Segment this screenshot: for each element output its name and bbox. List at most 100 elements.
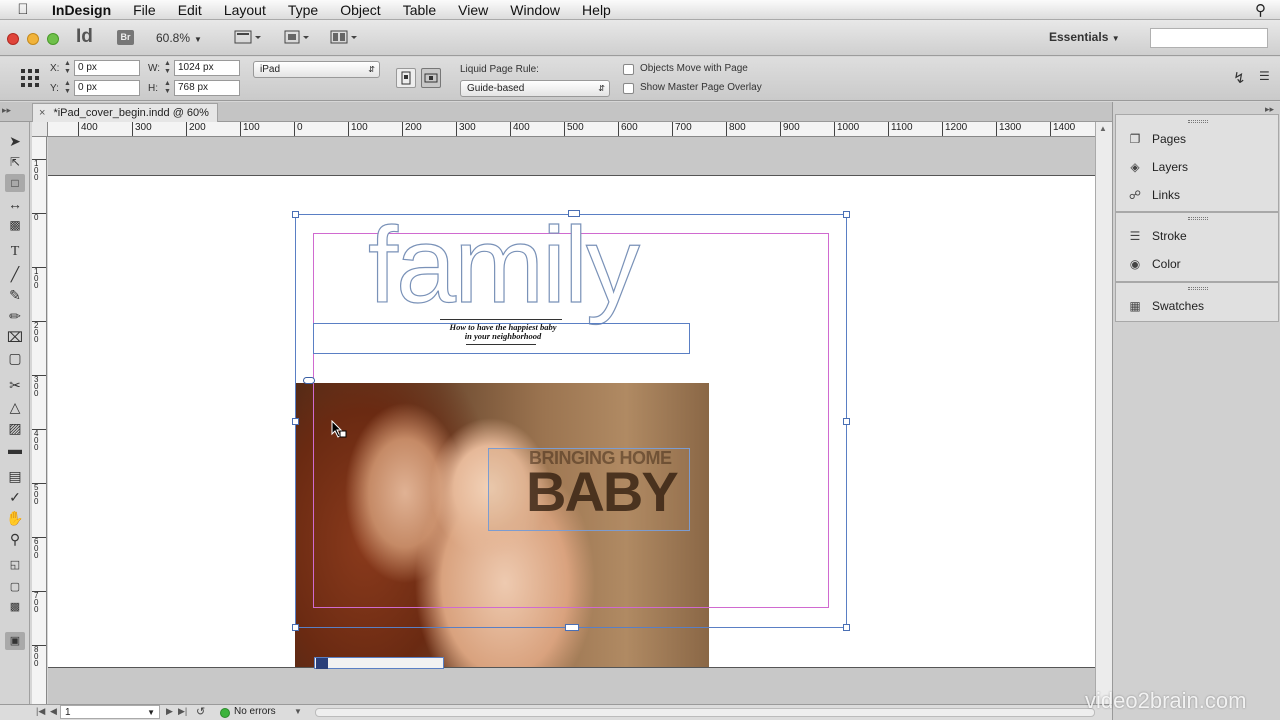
formatting-affects-container-icon[interactable]: ▢ — [5, 578, 25, 596]
next-page-icon[interactable]: ▶ — [166, 706, 173, 717]
menu-type[interactable]: Type — [277, 0, 329, 20]
document-tab[interactable]: × *iPad_cover_begin.indd @ 60% — [32, 103, 218, 122]
arrange-documents-button[interactable] — [330, 29, 360, 47]
resize-handle-top[interactable] — [568, 210, 580, 217]
horizontal-scrollbar[interactable] — [315, 708, 1095, 717]
resize-handle-top-left[interactable] — [292, 211, 299, 218]
panel-grip[interactable] — [1188, 287, 1208, 290]
portrait-orientation-button[interactable] — [396, 68, 416, 88]
page-number-field[interactable]: 1 ▼ — [60, 705, 160, 719]
resize-handle-right[interactable] — [843, 418, 850, 425]
swatches-panel-button[interactable]: ▦ Swatches — [1126, 296, 1204, 316]
menu-object[interactable]: Object — [329, 0, 391, 20]
screen-mode-button[interactable] — [284, 29, 314, 47]
menu-view[interactable]: View — [447, 0, 499, 20]
vertical-ruler[interactable]: 1 0 0 0 1 0 0 2 0 0 3 0 0 4 0 0 5 0 0 6 … — [32, 137, 47, 704]
rectangle-tool-icon[interactable]: ▢ — [5, 349, 25, 367]
collapse-toolbox-icon[interactable]: ▸▸ — [2, 105, 11, 116]
gradient-swatch-tool-icon[interactable]: ▨ — [5, 419, 25, 437]
scissors-tool-icon[interactable]: ✂ — [5, 376, 25, 394]
bridge-button[interactable]: Br — [117, 30, 134, 45]
eyedropper-tool-icon[interactable]: ✓ — [5, 488, 25, 506]
menu-window[interactable]: Window — [499, 0, 571, 20]
line-tool-icon[interactable]: ╱ — [5, 265, 25, 283]
fill-stroke-swatch-icon[interactable]: ◱ — [5, 556, 25, 574]
close-tab-icon[interactable]: × — [39, 107, 45, 119]
zoom-tool-icon[interactable]: ⚲ — [5, 530, 25, 548]
menu-table[interactable]: Table — [392, 0, 447, 20]
help-search-input[interactable] — [1150, 28, 1268, 48]
minimize-window-button[interactable] — [27, 33, 39, 45]
note-tool-icon[interactable]: ▤ — [5, 467, 25, 485]
gradient-feather-tool-icon[interactable]: ▬ — [5, 440, 25, 458]
last-page-icon[interactable]: ▶| — [178, 706, 187, 717]
type-tool-icon[interactable]: T — [5, 243, 25, 261]
resize-handle-bottom[interactable] — [565, 624, 579, 631]
objects-move-checkbox[interactable] — [623, 64, 634, 75]
page-preset-select[interactable]: iPad ⇵ — [253, 61, 380, 78]
gap-tool-icon[interactable]: ↔ — [5, 195, 25, 213]
menu-help[interactable]: Help — [571, 0, 622, 20]
page-selection-box[interactable] — [295, 214, 847, 628]
resize-handle-bottom-right[interactable] — [843, 624, 850, 631]
links-panel-button[interactable]: ☍ Links — [1126, 185, 1180, 205]
master-overlay-checkbox[interactable] — [623, 83, 634, 94]
apply-none-icon[interactable]: ▩ — [5, 598, 25, 616]
resize-handle-left[interactable] — [292, 418, 299, 425]
resize-handle-top-right[interactable] — [843, 211, 850, 218]
lightning-icon[interactable]: ↯ — [1233, 69, 1246, 87]
scroll-up-icon[interactable]: ▲ — [1099, 124, 1107, 133]
view-options-button[interactable] — [234, 29, 264, 47]
apple-icon[interactable]:  — [0, 1, 46, 18]
menu-file[interactable]: File — [122, 0, 167, 20]
direct-selection-tool-icon[interactable]: ⇱ — [5, 153, 25, 171]
layers-panel-button[interactable]: ◈ Layers — [1126, 157, 1188, 177]
panel-grip[interactable] — [1188, 217, 1208, 220]
links-label: Links — [1152, 188, 1181, 202]
color-panel-button[interactable]: ◉ Color — [1126, 254, 1181, 274]
pen-tool-icon[interactable]: ✎ — [5, 286, 25, 304]
rectangle-frame-tool-icon[interactable]: ⌧ — [5, 328, 25, 346]
workspace-switcher[interactable]: Essentials ▼ — [1049, 30, 1120, 44]
h-stepper[interactable]: ▲ ▼ — [163, 80, 172, 96]
hand-tool-icon[interactable]: ✋ — [5, 509, 25, 527]
pasteboard[interactable]: family How to have the happiest baby in y… — [48, 137, 1095, 704]
previous-page-icon[interactable]: ◀ — [50, 706, 57, 717]
w-stepper[interactable]: ▲ ▼ — [163, 60, 172, 76]
vertical-scrollbar[interactable]: ▲ — [1095, 122, 1112, 704]
ruler-origin[interactable] — [32, 122, 48, 137]
menu-app[interactable]: InDesign — [46, 0, 122, 20]
stroke-panel-button[interactable]: ☰ Stroke — [1126, 226, 1187, 246]
y-field[interactable]: 0 px — [74, 80, 140, 96]
free-transform-tool-icon[interactable]: △ — [5, 398, 25, 416]
spotlight-search-icon[interactable]: ⚲ — [1255, 1, 1266, 19]
reference-point-icon[interactable] — [20, 68, 40, 88]
selection-tool-icon[interactable]: ➤ — [5, 132, 25, 150]
pages-panel-button[interactable]: ❐ Pages — [1126, 129, 1186, 149]
close-window-button[interactable] — [7, 33, 19, 45]
first-page-icon[interactable]: |◀ — [36, 706, 45, 717]
zoom-window-button[interactable] — [47, 33, 59, 45]
w-field[interactable]: 1024 px — [174, 60, 240, 76]
menu-edit[interactable]: Edit — [167, 0, 213, 20]
resize-handle-bottom-left[interactable] — [292, 624, 299, 631]
screen-mode-normal-icon[interactable]: ▣ — [5, 632, 25, 650]
menu-layout[interactable]: Layout — [213, 0, 277, 20]
panel-grip[interactable] — [1188, 120, 1208, 123]
preflight-status-text[interactable]: No errors — [234, 706, 276, 717]
x-field[interactable]: 0 px — [74, 60, 140, 76]
pencil-tool-icon[interactable]: ✏ — [5, 307, 25, 325]
panel-menu-icon[interactable]: ☰ — [1259, 69, 1270, 83]
horizontal-ruler[interactable]: 400 300 200 100 0 100 200 300 400 500 60… — [48, 122, 1095, 137]
chevron-down-icon[interactable]: ▼ — [294, 707, 302, 716]
page-tool-icon[interactable]: □ — [5, 174, 25, 192]
liquid-page-rule-select[interactable]: Guide-based ⇵ — [460, 80, 610, 97]
zoom-level-select[interactable]: 60.8% ▼ — [156, 31, 202, 45]
content-collector-tool-icon[interactable]: ▩ — [5, 216, 25, 234]
y-stepper[interactable]: ▲ ▼ — [63, 80, 72, 96]
open-document-icon[interactable]: ↺ — [196, 705, 205, 718]
h-field[interactable]: 768 px — [174, 80, 240, 96]
x-stepper[interactable]: ▲ ▼ — [63, 60, 72, 76]
bottom-text-frame[interactable] — [314, 657, 444, 669]
landscape-orientation-button[interactable] — [421, 68, 441, 88]
